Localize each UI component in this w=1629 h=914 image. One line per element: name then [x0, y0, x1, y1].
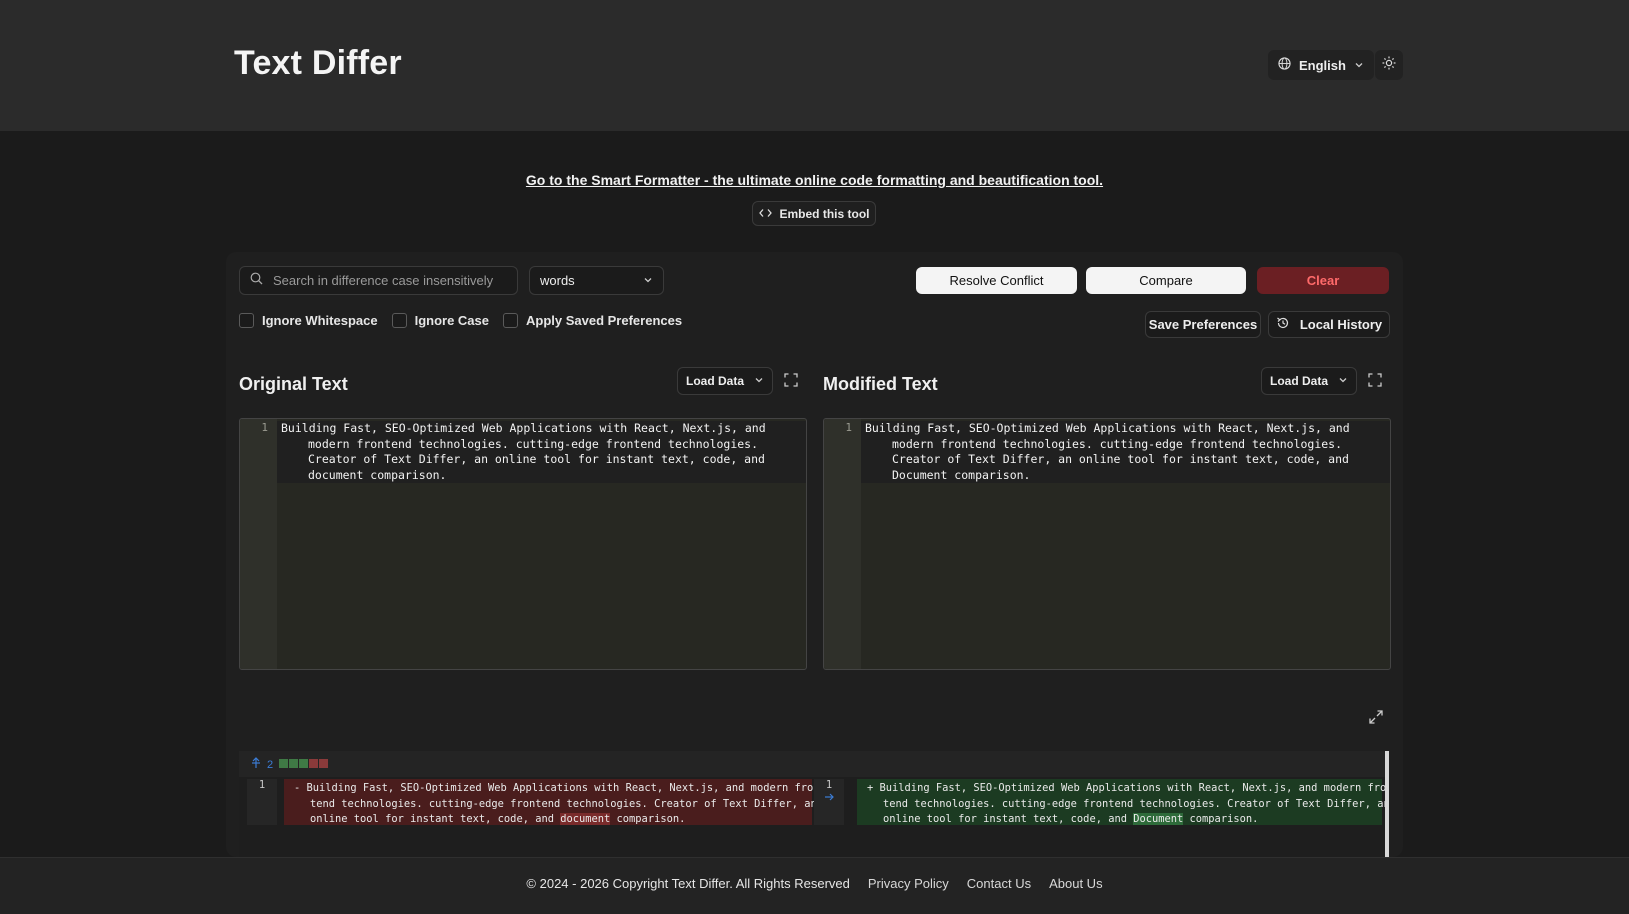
diff-mode-select[interactable]: words: [529, 266, 664, 295]
smart-formatter-link[interactable]: Go to the Smart Formatter - the ultimate…: [0, 172, 1629, 188]
site-footer: © 2024 - 2026 Copyright Text Differ. All…: [0, 857, 1629, 914]
original-load-data-button[interactable]: Load Data: [677, 367, 773, 395]
language-label: English: [1299, 57, 1346, 73]
options-row: Ignore Whitespace Ignore Case Apply Save…: [239, 313, 682, 328]
expand-lines-icon[interactable]: [251, 757, 261, 772]
diff-right-changed-word: Document: [1133, 813, 1184, 826]
code-icon: [758, 207, 772, 221]
diff-inserted-line: + Building Fast, SEO-Optimized Web Appli…: [857, 779, 1389, 826]
change-count: 2: [267, 758, 274, 771]
theme-toggle-button[interactable]: [1375, 50, 1403, 80]
footer-links: © 2024 - 2026 Copyright Text Differ. All…: [0, 876, 1629, 891]
original-text-title: Original Text: [239, 374, 348, 394]
diff-left-line-number: 1: [247, 779, 277, 825]
modified-load-data-button[interactable]: Load Data: [1261, 367, 1357, 395]
apply-saved-checkbox[interactable]: [503, 313, 518, 328]
diff-result-view: 2 1 - Building Fast, SEO-Optimized Web A…: [239, 751, 1389, 857]
diff-left-after: comparison.: [610, 813, 686, 826]
fullscreen-icon[interactable]: [784, 373, 798, 392]
embed-tool-button[interactable]: Embed this tool: [752, 201, 876, 226]
clear-button[interactable]: Clear: [1257, 267, 1389, 294]
modified-text-title: Modified Text: [823, 374, 938, 394]
globe-icon: [1278, 57, 1291, 73]
diff-scrollbar[interactable]: [1385, 751, 1389, 857]
ignore-whitespace-option[interactable]: Ignore Whitespace: [239, 313, 378, 328]
diff-mode-value: words: [540, 273, 575, 288]
language-selector[interactable]: English: [1268, 50, 1374, 80]
modified-gutter: [824, 419, 861, 669]
ignore-case-option[interactable]: Ignore Case: [391, 313, 489, 328]
local-history-label: Local History: [1299, 317, 1383, 332]
compare-button[interactable]: Compare: [1086, 267, 1246, 294]
contact-us-link[interactable]: Contact Us: [967, 876, 1031, 891]
diff-deleted-text: - Building Fast, SEO-Optimized Web Appli…: [294, 781, 820, 828]
local-history-button[interactable]: Local History: [1268, 311, 1390, 338]
modified-text-content[interactable]: Building Fast, SEO-Optimized Web Applica…: [865, 421, 1390, 483]
diff-left-changed-word: document: [560, 813, 611, 826]
diff-ins-prefix: +: [867, 782, 874, 794]
original-line-number: 1: [261, 421, 268, 434]
site-title[interactable]: Text Differ: [234, 44, 402, 83]
modified-line-number: 1: [845, 421, 852, 434]
diff-right-line-number: 1: [814, 779, 844, 825]
privacy-policy-link[interactable]: Privacy Policy: [868, 876, 949, 891]
diff-search-box[interactable]: [239, 266, 518, 295]
original-gutter: [240, 419, 277, 669]
chevron-down-icon: [1338, 374, 1348, 388]
search-input[interactable]: [271, 272, 505, 289]
modified-text-editor[interactable]: 1 Building Fast, SEO-Optimized Web Appli…: [823, 418, 1391, 670]
fullscreen-icon[interactable]: [1368, 373, 1382, 392]
original-load-label: Load Data: [685, 374, 744, 388]
copyright-text: © 2024 - 2026 Copyright Text Differ. All…: [526, 876, 850, 891]
chevron-down-icon: [1354, 58, 1364, 73]
embed-label: Embed this tool: [779, 206, 870, 221]
search-icon: [250, 272, 263, 290]
diff-summary-bar: 2: [239, 751, 1389, 777]
save-preferences-label: Save Preferences: [1148, 317, 1258, 332]
diff-right-after: comparison.: [1183, 813, 1259, 826]
history-icon: [1276, 316, 1290, 333]
diff-deleted-line: - Building Fast, SEO-Optimized Web Appli…: [284, 779, 820, 826]
ignore-case-checkbox[interactable]: [391, 313, 407, 328]
original-text-editor[interactable]: 1 Building Fast, SEO-Optimized Web Appli…: [239, 418, 807, 670]
sun-icon: [1382, 56, 1396, 75]
modified-load-label: Load Data: [1269, 374, 1328, 388]
ignore-case-label: Ignore Case: [414, 313, 489, 328]
save-preferences-button[interactable]: Save Preferences: [1145, 311, 1261, 338]
apply-saved-option[interactable]: Apply Saved Preferences: [503, 313, 682, 328]
about-us-link[interactable]: About Us: [1049, 876, 1102, 891]
expand-diff-icon[interactable]: [1369, 710, 1383, 729]
diff-right-line-label: 1: [825, 779, 833, 791]
site-header: Text Differ English: [0, 0, 1629, 131]
diff-inserted-text: + Building Fast, SEO-Optimized Web Appli…: [867, 781, 1389, 828]
change-blocks: [279, 758, 329, 771]
chevron-down-icon: [643, 273, 653, 288]
diff-stats: 2: [251, 757, 329, 772]
original-text-content[interactable]: Building Fast, SEO-Optimized Web Applica…: [281, 421, 806, 483]
diff-del-prefix: -: [294, 782, 301, 794]
arrow-right-icon[interactable]: [814, 792, 844, 804]
resolve-conflict-button[interactable]: Resolve Conflict: [916, 267, 1077, 294]
apply-saved-label: Apply Saved Preferences: [526, 313, 683, 328]
ignore-whitespace-checkbox[interactable]: [239, 313, 254, 328]
chevron-down-icon: [754, 374, 764, 388]
ignore-whitespace-label: Ignore Whitespace: [262, 313, 378, 328]
